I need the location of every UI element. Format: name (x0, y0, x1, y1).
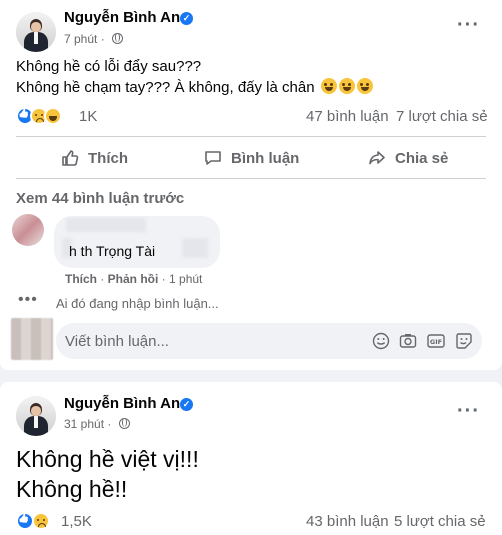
verified-badge-icon: ✓ (180, 398, 193, 411)
more-options-icon[interactable]: ··· (457, 15, 480, 35)
grinning-emoji-icon (356, 78, 373, 94)
reaction-count[interactable]: 1,5K (61, 513, 92, 530)
typing-indicator-text: Ai đó đang nhập bình luận... (56, 296, 219, 311)
gif-icon[interactable]: GIF (427, 332, 445, 350)
comment-label: Bình luận (231, 149, 300, 167)
author-name[interactable]: Nguyễn Bình An (64, 395, 180, 412)
share-button[interactable]: Chia sẻ (367, 148, 448, 168)
comment-button[interactable]: Bình luận (203, 148, 299, 168)
author-avatar[interactable] (16, 12, 56, 52)
emoji-icon[interactable] (372, 332, 390, 350)
sticker-icon[interactable] (455, 332, 473, 350)
view-previous-comments[interactable]: Xem 44 bình luận trước (16, 190, 184, 207)
comment-text: h th Trọng Tài (69, 243, 156, 259)
post-time[interactable]: 31 phút · (64, 417, 130, 431)
post-line-2: Không hề chạm tay??? À không, đấy là châ… (16, 77, 373, 98)
comment-like-link[interactable]: Thích (65, 272, 97, 286)
share-label: Chia sẻ (395, 149, 449, 167)
like-button[interactable]: Thích (60, 148, 128, 168)
shares-count[interactable]: 5 lượt chia sẻ (394, 513, 486, 530)
post-card-1: Nguyễn Bình An ✓ 7 phút · ··· Không hề c… (0, 0, 502, 370)
comments-count[interactable]: 43 bình luận (306, 513, 389, 530)
svg-text:GIF: GIF (430, 338, 442, 346)
divider (16, 178, 486, 179)
post-text: Không hề có lỗi đẩy sau??? Không hề chạm… (16, 56, 373, 98)
post-text: Không hề việt vị!!! Không hề!! (16, 444, 199, 504)
haha-reaction-icon (44, 107, 62, 125)
my-avatar[interactable] (11, 318, 53, 360)
blurred-commenter-name (66, 218, 146, 232)
sad-reaction-icon (32, 512, 50, 530)
grinning-emoji-icon (320, 78, 337, 94)
post-time[interactable]: 7 phút · (64, 32, 124, 46)
thumb-up-icon (62, 150, 79, 166)
post-card-2: Nguyễn Bình An ✓ 31 phút · ··· Không hề … (0, 382, 502, 535)
comment-actions: Thích · Phản hồi · 1 phút (65, 272, 203, 286)
post-line-1: Không hề việt vị!!! (16, 446, 199, 472)
post-line-1: Không hề có lỗi đẩy sau??? (16, 58, 202, 75)
commenter-avatar[interactable] (12, 214, 44, 246)
share-icon (369, 151, 385, 165)
reaction-count[interactable]: 1K (79, 108, 97, 125)
reactions-summary[interactable] (16, 107, 76, 125)
author-name[interactable]: Nguyễn Bình An (64, 9, 180, 26)
comment-time[interactable]: 1 phút (169, 272, 202, 286)
write-comment-placeholder: Viết bình luận... (65, 333, 169, 350)
comment-reply-link[interactable]: Phản hồi (108, 272, 159, 286)
grinning-emoji-icon (338, 78, 355, 94)
like-label: Thích (88, 149, 128, 167)
more-options-icon[interactable]: ··· (457, 401, 480, 421)
comments-count[interactable]: 47 bình luận (306, 108, 389, 125)
write-comment-input[interactable]: Viết bình luận... GIF (56, 323, 482, 359)
divider (16, 136, 486, 137)
post-line-2: Không hề!! (16, 476, 128, 502)
typing-indicator-icon: ••• (18, 291, 38, 308)
shares-count[interactable]: 7 lượt chia sẻ (396, 108, 488, 125)
globe-icon (118, 418, 130, 429)
globe-icon (112, 33, 124, 44)
reactions-summary[interactable] (16, 512, 56, 530)
camera-icon[interactable] (399, 332, 417, 350)
verified-badge-icon: ✓ (180, 12, 193, 25)
comment-bubble: h th Trọng Tài (54, 216, 220, 268)
comment-icon (205, 151, 221, 165)
blurred-text (182, 238, 208, 258)
author-avatar[interactable] (16, 396, 56, 436)
